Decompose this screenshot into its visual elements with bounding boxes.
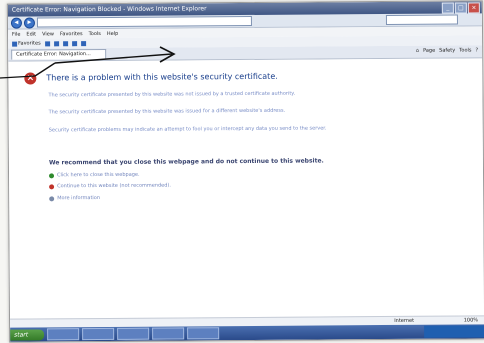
taskbar-button[interactable] (47, 328, 80, 341)
favorites-label: Favorites (18, 40, 41, 47)
favorite-link-icon (71, 40, 77, 46)
search-box[interactable] (385, 14, 458, 26)
favorite-link[interactable] (80, 40, 86, 46)
favorite-link[interactable] (53, 40, 59, 46)
favorite-link-icon (44, 40, 50, 46)
command-bar: ⌂ Page Safety Tools ? (416, 47, 478, 53)
taskbar-button[interactable] (187, 327, 220, 340)
minimize-button[interactable]: _ (441, 2, 454, 14)
tools-menu[interactable]: Tools (459, 47, 471, 53)
check-shield-icon (49, 172, 55, 178)
menu-help[interactable]: Help (107, 30, 118, 36)
menu-edit[interactable]: Edit (26, 31, 36, 37)
favorite-link[interactable] (44, 40, 50, 46)
start-button[interactable]: start (10, 328, 45, 341)
menu-view[interactable]: View (42, 31, 54, 37)
more-info-link[interactable]: More information (57, 195, 100, 201)
zoom-level[interactable]: 100% (464, 317, 478, 323)
safety-menu[interactable]: Safety (439, 48, 455, 54)
taskbar-button[interactable] (82, 327, 115, 341)
menu-favorites[interactable]: Favorites (60, 31, 83, 37)
system-tray (424, 325, 484, 338)
error-paragraph-2: The security certificate presented by th… (48, 107, 286, 116)
taskbar: start (10, 324, 484, 342)
error-paragraph-1: The security certificate presented by th… (48, 90, 296, 99)
favorite-link[interactable] (62, 40, 68, 46)
expand-icon (49, 195, 55, 201)
close-button[interactable]: × (467, 2, 480, 14)
tab-certificate-error[interactable]: Certificate Error: Navigation... (11, 48, 107, 60)
menu-file[interactable]: File (12, 31, 20, 37)
continue-option[interactable]: Continue to this website (not recommende… (49, 183, 171, 190)
window-title: Certificate Error: Navigation Blocked - … (11, 5, 207, 14)
favorite-link[interactable] (71, 40, 77, 46)
star-icon (12, 41, 18, 47)
browser-window: Certificate Error: Navigation Blocked - … (6, 0, 484, 343)
security-zone: Internet (394, 317, 415, 324)
page-content: × There is a problem with this website's… (8, 58, 484, 320)
error-heading: There is a problem with this website's s… (46, 71, 278, 83)
favorite-link-icon (62, 40, 68, 46)
address-bar[interactable] (36, 15, 252, 28)
more-info-option[interactable]: More information (49, 195, 100, 201)
recommendation-text: We recommend that you close this webpage… (48, 157, 324, 167)
forward-button[interactable]: ▶ (23, 16, 35, 29)
favorite-link-icon (80, 40, 86, 46)
favorites-button[interactable]: Favorites (12, 40, 41, 47)
error-paragraph-3: Security certificate problems may indica… (48, 125, 327, 134)
error-shield-small-icon (49, 183, 55, 189)
help-icon[interactable]: ? (475, 47, 478, 53)
taskbar-button[interactable] (117, 327, 150, 340)
continue-link[interactable]: Continue to this website (not recommende… (57, 183, 171, 190)
back-button[interactable]: ◀ (10, 17, 22, 29)
home-icon[interactable]: ⌂ (416, 48, 419, 54)
error-shield-icon: × (24, 72, 37, 85)
maximize-button[interactable]: □ (454, 2, 467, 14)
page-menu[interactable]: Page (423, 48, 435, 54)
close-page-option[interactable]: Click here to close this webpage. (49, 172, 140, 179)
favorite-link-icon (53, 40, 59, 46)
menu-tools[interactable]: Tools (89, 31, 101, 37)
close-page-link[interactable]: Click here to close this webpage. (57, 172, 140, 179)
taskbar-button[interactable] (152, 327, 185, 340)
window-controls: _ □ × (441, 2, 480, 14)
